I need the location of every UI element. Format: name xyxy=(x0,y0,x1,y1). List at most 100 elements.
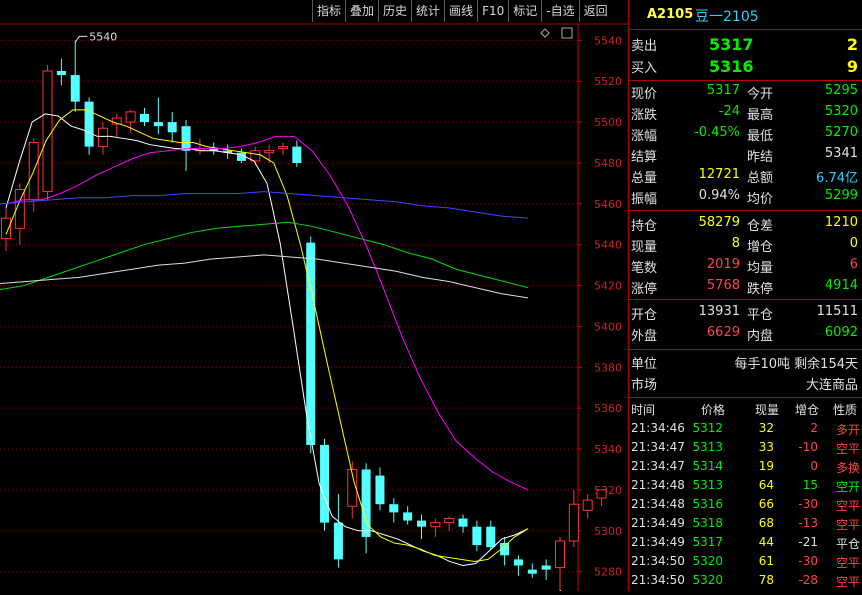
trade-time: 21:34:50 xyxy=(631,554,685,568)
candle-body xyxy=(389,504,399,513)
info-value: 大连商品 xyxy=(805,378,858,393)
quote-label: 涨跌 xyxy=(631,108,658,123)
y-tick-label: 5540 xyxy=(594,34,622,47)
trade-volume: 66 xyxy=(758,497,774,511)
trade-oi-change: -30 xyxy=(798,554,818,568)
info-value: 每手10吨 剩余154天 xyxy=(734,357,859,372)
instrument-name[interactable]: 豆一2105 xyxy=(695,6,759,26)
y-tick-label: 5520 xyxy=(594,75,622,88)
quote-label: 昨结 xyxy=(747,150,774,165)
toolbar-button-6[interactable]: 标记 xyxy=(508,0,541,22)
toolbar-button-0[interactable]: 指标 xyxy=(312,0,345,22)
orderbook-volume: 9 xyxy=(846,57,858,76)
quote-value: 0.94% xyxy=(698,188,740,203)
candle-body xyxy=(264,150,275,154)
trade-row: 21:34:48 5316 66 -30 空平 xyxy=(629,495,862,513)
trade-price: 5314 xyxy=(692,459,723,473)
orderbook-label: 卖出 xyxy=(631,39,658,54)
y-tick-label: 5340 xyxy=(594,443,622,456)
candle-body xyxy=(250,150,261,162)
candle-body xyxy=(278,146,288,150)
toolbar-button-8[interactable]: 返回 xyxy=(578,0,612,22)
position-label: 跌停 xyxy=(747,282,774,297)
position-row: 持仓 58279 仓差 1210 xyxy=(629,214,862,235)
openclose-value: 13931 xyxy=(698,304,740,319)
info-label: 市场 xyxy=(631,378,658,393)
toolbar-button-4[interactable]: 画线 xyxy=(444,0,477,22)
y-tick-label: 5300 xyxy=(594,525,622,538)
y-tick-label: 5400 xyxy=(594,320,622,333)
trade-nature: 空平 xyxy=(835,556,860,570)
y-tick-label: 5500 xyxy=(594,116,622,129)
quote-row: 总量 12721 总额 6.74亿 xyxy=(629,166,862,187)
y-tick-label: 5380 xyxy=(594,361,622,374)
position-value: 6 xyxy=(849,257,858,272)
toolbar: 指标 叠加 历史 统计 画线 F10 标记 -自选 返回 xyxy=(312,0,612,24)
quote-row: 振幅 0.94% 均价 5299 xyxy=(629,187,862,208)
candle-body xyxy=(1,217,11,240)
trades-header-cell: 增仓 xyxy=(795,403,820,417)
quote-value: 5320 xyxy=(824,104,858,119)
quote-row: 涨跌 -24 最高 5320 xyxy=(629,103,862,124)
section-divider xyxy=(629,299,862,300)
trade-row: 21:34:50 5320 78 -28 空平 xyxy=(629,571,862,589)
quote-label: 今开 xyxy=(747,87,774,102)
toolbar-button-3[interactable]: 统计 xyxy=(411,0,444,22)
kline-chart[interactable]: 5280 5300 5320 5340 5360 5380 5400 5420 5440 5460… xyxy=(0,0,628,595)
trade-volume: 33 xyxy=(758,440,774,454)
section-divider xyxy=(629,349,862,350)
window-icon[interactable] xyxy=(561,27,573,39)
trade-nature: 空平 xyxy=(835,518,860,532)
ma-line xyxy=(0,221,529,291)
section-divider xyxy=(629,397,862,398)
candle-body xyxy=(458,518,468,527)
candle-body xyxy=(513,559,523,566)
trade-volume: 64 xyxy=(758,478,774,492)
position-value: 4914 xyxy=(824,278,858,293)
diamond-icon[interactable] xyxy=(540,28,550,38)
trade-price: 5312 xyxy=(692,421,723,435)
position-value: 0 xyxy=(849,236,858,251)
position-label: 仓差 xyxy=(747,219,774,234)
quote-label: 振幅 xyxy=(631,192,658,207)
y-tick-label: 5280 xyxy=(594,566,622,579)
toolbar-button-7[interactable]: -自选 xyxy=(541,0,578,22)
candle-body xyxy=(582,499,593,511)
candle-body xyxy=(320,444,330,523)
orderbook-row: 卖出 5317 2 xyxy=(629,34,862,55)
kline-chart-svg[interactable]: 5280530053205340536053805400542054405460… xyxy=(0,0,628,595)
candle-body xyxy=(527,569,537,574)
trade-volume: 61 xyxy=(758,554,774,568)
trade-price: 5313 xyxy=(692,440,723,454)
quote-value: 5270 xyxy=(824,125,858,140)
candle-body xyxy=(56,71,66,76)
position-value: 58279 xyxy=(698,215,740,230)
trade-oi-change: -10 xyxy=(798,440,818,454)
y-tick-label: 5480 xyxy=(594,157,622,170)
toolbar-button-1[interactable]: 叠加 xyxy=(345,0,378,22)
quote-value: 5341 xyxy=(824,146,858,161)
candle-body xyxy=(444,518,455,524)
position-row: 笔数 2019 均量 6 xyxy=(629,256,862,277)
quote-value: -0.45% xyxy=(694,125,740,140)
openclose-row: 外盘 6629 内盘 6092 xyxy=(629,324,862,345)
trade-price: 5320 xyxy=(692,573,723,587)
y-tick-label: 5420 xyxy=(594,280,622,293)
section-divider xyxy=(629,210,862,211)
quote-label: 最低 xyxy=(747,129,774,144)
ma-line xyxy=(0,191,529,219)
candle-body xyxy=(167,122,177,133)
candle-body xyxy=(430,522,441,528)
position-label: 现量 xyxy=(631,240,658,255)
instrument-code: A2105 xyxy=(647,7,694,22)
toolbar-button-5[interactable]: F10 xyxy=(477,0,508,22)
position-row: 涨停 5768 跌停 4914 xyxy=(629,277,862,298)
trade-volume: 68 xyxy=(758,516,774,530)
trade-row: 21:34:49 5317 44 -21 平仓 xyxy=(629,533,862,551)
openclose-label: 外盘 xyxy=(631,329,658,344)
orderbook-label: 买入 xyxy=(631,61,658,76)
position-value: 8 xyxy=(731,236,740,251)
quote-label: 总量 xyxy=(631,171,658,186)
toolbar-button-2[interactable]: 历史 xyxy=(378,0,411,22)
trade-nature: 空平 xyxy=(835,499,860,513)
